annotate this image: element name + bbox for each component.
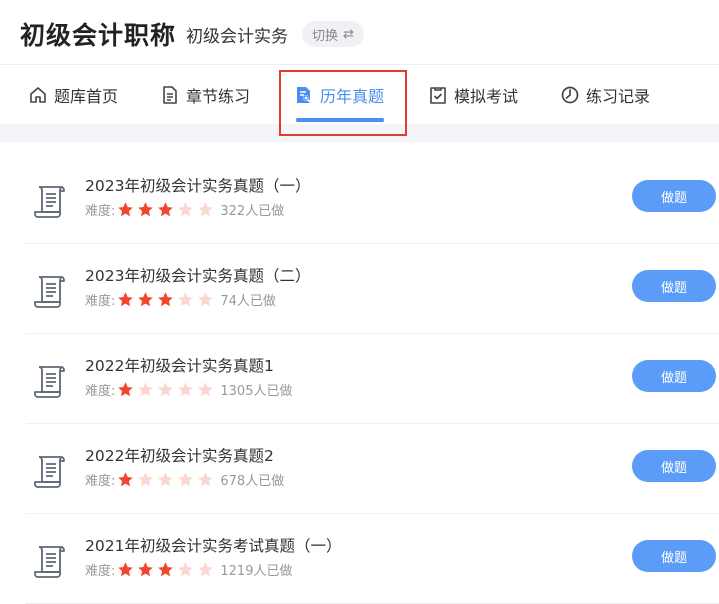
star-icon xyxy=(138,382,154,397)
done-count: 1219人已做 xyxy=(220,564,293,579)
swap-arrows-icon: ⇄ xyxy=(343,26,354,42)
paper-meta: 难度: 678人已做 xyxy=(85,470,284,489)
difficulty-label: 难度: xyxy=(85,384,116,399)
difficulty-label: 难度: xyxy=(85,204,116,219)
star-icon xyxy=(138,292,154,307)
star-icon xyxy=(178,382,194,397)
tab-chapter-practice[interactable]: 章节练习 xyxy=(160,65,250,125)
difficulty-stars xyxy=(117,291,214,308)
paper-meta: 难度: 74人已做 xyxy=(85,290,276,309)
tab-home[interactable]: 题库首页 xyxy=(28,65,118,125)
difficulty-label: 难度: xyxy=(85,294,116,309)
star-icon xyxy=(138,472,154,487)
scroll-document-icon xyxy=(34,546,65,578)
highlight-box xyxy=(279,70,407,136)
tab-mock-exam-label: 模拟考试 xyxy=(454,87,519,106)
paper-list: 2023年初级会计实务真题（一） 难度: 322人已做 做题 2023年初级会计… xyxy=(0,142,719,604)
switch-subject-button[interactable]: 切换 ⇄ xyxy=(302,21,364,47)
paper-meta: 难度: 1219人已做 xyxy=(85,560,292,579)
paper-row[interactable]: 2023年初级会计实务真题（一） 难度: 322人已做 做题 xyxy=(26,154,719,244)
star-icon xyxy=(138,202,154,217)
clock-icon xyxy=(561,86,579,104)
difficulty-label: 难度: xyxy=(85,474,116,489)
paper-meta: 难度: 322人已做 xyxy=(85,200,284,219)
paper-row[interactable]: 2021年初级会计实务考试真题（一） 难度: 1219人已做 做题 xyxy=(26,514,719,604)
tab-practice-record[interactable]: 练习记录 xyxy=(560,65,650,125)
done-count: 322人已做 xyxy=(220,204,285,219)
star-icon xyxy=(138,562,154,577)
done-count: 74人已做 xyxy=(220,294,276,309)
tab-chapter-practice-label: 章节练习 xyxy=(186,87,251,106)
star-icon xyxy=(178,292,194,307)
star-icon xyxy=(118,562,134,577)
difficulty-stars xyxy=(117,561,214,578)
paper-title: 2022年初级会计实务真题2 xyxy=(85,447,274,465)
switch-label: 切换 xyxy=(312,28,339,44)
star-icon xyxy=(198,202,214,217)
tab-home-label: 题库首页 xyxy=(54,87,119,106)
star-icon xyxy=(178,562,194,577)
subject-name: 初级会计实务 xyxy=(186,27,288,47)
star-icon xyxy=(178,202,194,217)
difficulty-stars xyxy=(117,201,214,218)
do-exercise-button[interactable]: 做题 xyxy=(632,540,716,572)
scroll-document-icon xyxy=(34,276,65,308)
star-icon xyxy=(198,472,214,487)
star-icon xyxy=(198,292,214,307)
star-icon xyxy=(118,472,134,487)
tab-mock-exam[interactable]: 模拟考试 xyxy=(428,65,518,125)
tab-practice-record-label: 练习记录 xyxy=(586,87,651,106)
clipboard-check-icon xyxy=(430,87,446,104)
do-exercise-button[interactable]: 做题 xyxy=(632,450,716,482)
star-icon xyxy=(158,472,174,487)
done-count: 678人已做 xyxy=(220,474,285,489)
star-icon xyxy=(158,292,174,307)
star-icon xyxy=(198,562,214,577)
star-icon xyxy=(158,382,174,397)
difficulty-stars xyxy=(117,381,214,398)
done-count: 1305人已做 xyxy=(220,384,293,399)
do-exercise-button[interactable]: 做题 xyxy=(632,270,716,302)
document-icon xyxy=(163,86,177,104)
paper-row[interactable]: 2022年初级会计实务真题1 难度: 1305人已做 做题 xyxy=(26,334,719,424)
scroll-document-icon xyxy=(34,366,65,398)
header: 初级会计职称 初级会计实务 切换 ⇄ xyxy=(0,0,719,64)
app-title: 初级会计职称 xyxy=(20,21,177,50)
scroll-document-icon xyxy=(34,456,65,488)
star-icon xyxy=(118,382,134,397)
star-icon xyxy=(118,202,134,217)
star-icon xyxy=(118,292,134,307)
star-icon xyxy=(158,202,174,217)
paper-title: 2022年初级会计实务真题1 xyxy=(85,357,274,375)
paper-row[interactable]: 2022年初级会计实务真题2 难度: 678人已做 做题 xyxy=(26,424,719,514)
paper-title: 2023年初级会计实务真题（一） xyxy=(85,177,311,195)
do-exercise-button[interactable]: 做题 xyxy=(632,360,716,392)
paper-title: 2023年初级会计实务真题（二） xyxy=(85,267,311,285)
paper-row[interactable]: 2023年初级会计实务真题（二） 难度: 74人已做 做题 xyxy=(26,244,719,334)
difficulty-label: 难度: xyxy=(85,564,116,579)
star-icon xyxy=(178,472,194,487)
difficulty-stars xyxy=(117,471,214,488)
paper-meta: 难度: 1305人已做 xyxy=(85,380,292,399)
home-icon xyxy=(30,87,46,103)
star-icon xyxy=(198,382,214,397)
paper-title: 2021年初级会计实务考试真题（一） xyxy=(85,537,342,555)
scroll-document-icon xyxy=(34,186,65,218)
do-exercise-button[interactable]: 做题 xyxy=(632,180,716,212)
star-icon xyxy=(158,562,174,577)
